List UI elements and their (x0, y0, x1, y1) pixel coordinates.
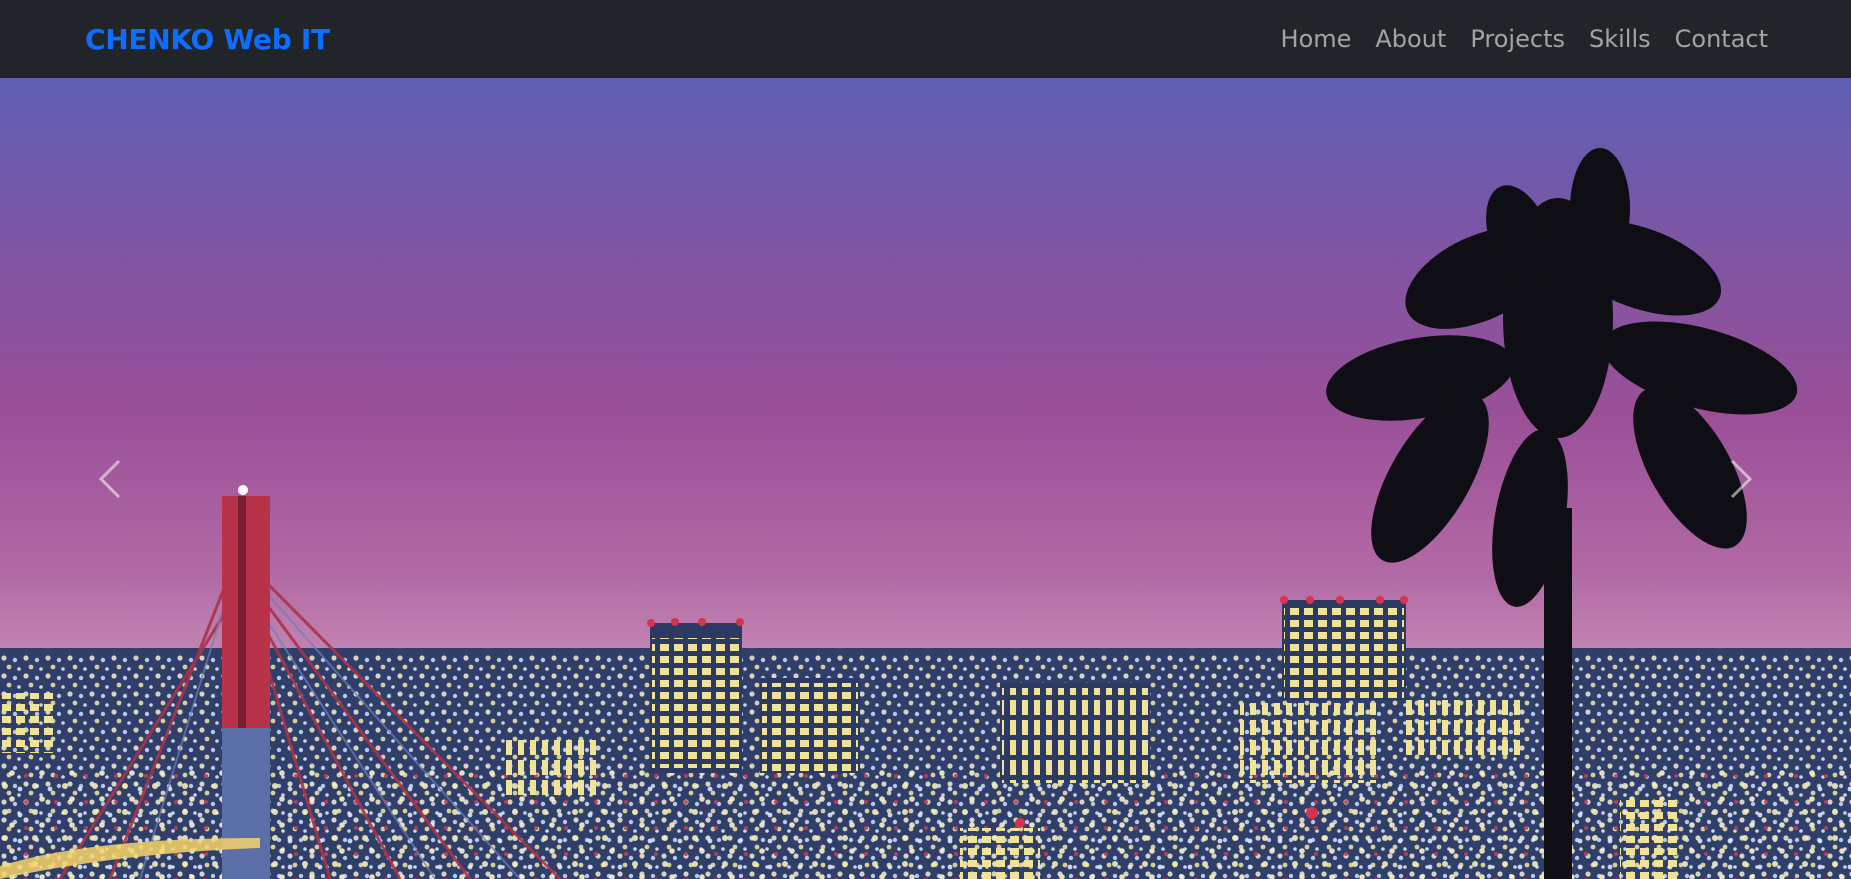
nav-link-contact[interactable]: Contact (1675, 25, 1768, 53)
nav-link-home[interactable]: Home (1281, 25, 1352, 53)
nav-item-contact: Contact (1675, 25, 1768, 53)
nav-link-about[interactable]: About (1375, 25, 1446, 53)
chevron-right-icon (1730, 459, 1753, 498)
chevron-left-icon (98, 459, 121, 498)
nav-item-projects: Projects (1470, 25, 1565, 53)
nav-link-projects[interactable]: Projects (1470, 25, 1565, 53)
navbar: CHENKO Web IT Home About Projects Skills… (0, 0, 1851, 78)
carousel-next-button[interactable] (1631, 78, 1851, 879)
hero-carousel (0, 78, 1851, 879)
nav-item-skills: Skills (1589, 25, 1651, 53)
nav-item-home: Home (1281, 25, 1352, 53)
nav-item-about: About (1375, 25, 1446, 53)
nav-menu: Home About Projects Skills Contact (1281, 25, 1768, 53)
brand-logo[interactable]: CHENKO Web IT (85, 23, 330, 56)
nav-link-skills[interactable]: Skills (1589, 25, 1651, 53)
carousel-prev-button[interactable] (0, 78, 220, 879)
city-night-illustration (0, 78, 1851, 879)
